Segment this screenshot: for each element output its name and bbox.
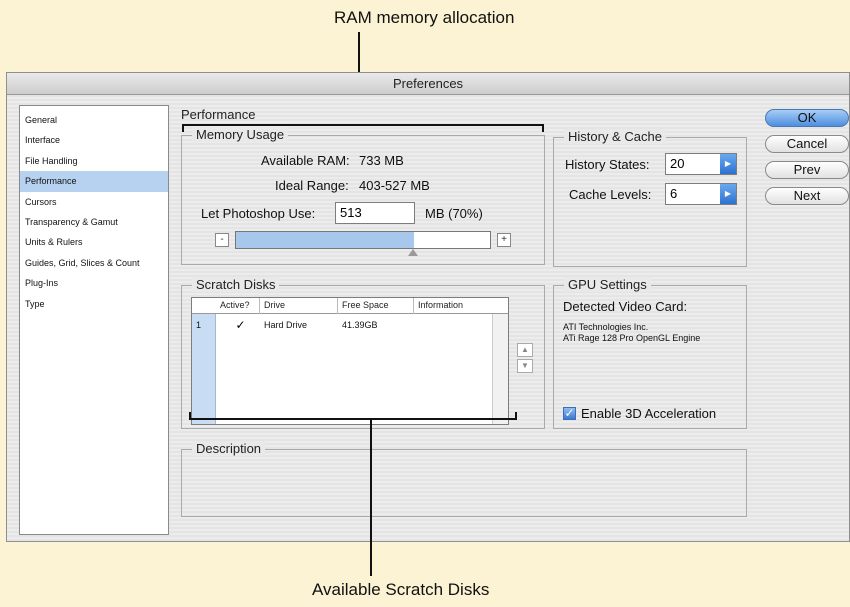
ideal-range-value: 403-527 MB xyxy=(359,178,430,193)
sidebar-item-performance[interactable]: Performance xyxy=(20,171,168,192)
description-group: Description xyxy=(181,441,747,517)
enable-3d-checkbox[interactable]: ✓ xyxy=(563,407,576,420)
column-header-free-space[interactable]: Free Space xyxy=(338,298,414,314)
cancel-button[interactable]: Cancel xyxy=(765,135,849,153)
window-title: Preferences xyxy=(7,73,849,95)
sidebar-item-interface[interactable]: Interface xyxy=(20,130,168,150)
sidebar-item-type[interactable]: Type xyxy=(20,294,168,314)
next-button[interactable]: Next xyxy=(765,187,849,205)
available-ram-value: 733 MB xyxy=(359,153,404,168)
preferences-sidebar: General Interface File Handling Performa… xyxy=(19,105,169,535)
scratch-disks-table: Active? Drive Free Space Information 1 ✓… xyxy=(191,297,509,425)
detected-video-card-label: Detected Video Card: xyxy=(563,299,688,314)
enable-3d-label: Enable 3D Acceleration xyxy=(581,406,717,421)
callout-leader-bottom xyxy=(370,420,372,576)
table-scrollbar[interactable] xyxy=(492,314,508,424)
move-down-arrow-icon[interactable]: ▼ xyxy=(517,359,533,373)
history-cache-title: History & Cache xyxy=(564,129,666,144)
sidebar-item-plug-ins[interactable]: Plug-Ins xyxy=(20,273,168,293)
sidebar-item-cursors[interactable]: Cursors xyxy=(20,192,168,212)
history-states-arrow-icon[interactable]: ▶ xyxy=(720,154,736,174)
preferences-window: Preferences General Interface File Handl… xyxy=(6,72,850,542)
available-ram-label: Available RAM: xyxy=(261,153,350,168)
sidebar-item-guides-grid[interactable]: Guides, Grid, Slices & Count xyxy=(20,253,168,273)
memory-increase-button[interactable]: + xyxy=(497,233,511,247)
ideal-range-label: Ideal Range: xyxy=(275,178,349,193)
column-header-information[interactable]: Information xyxy=(414,298,510,314)
drive-free-space: 41.39GB xyxy=(342,320,378,330)
callout-scratch-disks: Available Scratch Disks xyxy=(312,580,490,599)
cache-levels-combo[interactable]: 6 ▶ xyxy=(665,183,737,205)
cache-levels-arrow-icon[interactable]: ▶ xyxy=(720,184,736,204)
cache-levels-label: Cache Levels: xyxy=(569,187,652,202)
sidebar-item-file-handling[interactable]: File Handling xyxy=(20,151,168,171)
section-title: Performance xyxy=(181,107,256,122)
sidebar-item-general[interactable]: General xyxy=(20,110,168,130)
description-title: Description xyxy=(192,441,266,456)
sidebar-item-units-rulers[interactable]: Units & Rulers xyxy=(20,232,168,252)
scratch-bracket xyxy=(189,412,517,420)
history-states-value: 20 xyxy=(670,156,685,171)
drive-active-checkbox[interactable]: ✓ xyxy=(234,319,247,333)
memory-bracket xyxy=(182,124,544,132)
sidebar-item-transparency-gamut[interactable]: Transparency & Gamut xyxy=(20,212,168,232)
table-header: Active? Drive Free Space Information xyxy=(192,298,508,314)
photoshop-use-input[interactable]: 513 xyxy=(335,202,415,224)
move-up-arrow-icon[interactable]: ▲ xyxy=(517,343,533,357)
column-header-drive[interactable]: Drive xyxy=(260,298,338,314)
prev-button[interactable]: Prev xyxy=(765,161,849,179)
ok-button[interactable]: OK xyxy=(765,109,849,127)
memory-decrease-button[interactable]: - xyxy=(215,233,229,247)
memory-slider[interactable] xyxy=(235,231,491,249)
memory-slider-thumb[interactable] xyxy=(407,249,418,256)
callout-ram-allocation: RAM memory allocation xyxy=(334,8,515,27)
cache-levels-value: 6 xyxy=(670,186,678,201)
video-card-vendor: ATI Technologies Inc. xyxy=(563,322,649,332)
drive-name: Hard Drive xyxy=(264,320,308,330)
photoshop-use-unit: MB (70%) xyxy=(425,206,483,221)
video-card-model: ATi Rage 128 Pro OpenGL Engine xyxy=(563,333,701,343)
scratch-disks-title: Scratch Disks xyxy=(192,277,280,292)
history-states-label: History States: xyxy=(565,157,650,172)
memory-slider-fill xyxy=(236,232,414,248)
column-header-active[interactable]: Active? xyxy=(216,298,260,314)
photoshop-use-label: Let Photoshop Use: xyxy=(201,206,316,221)
gpu-settings-title: GPU Settings xyxy=(564,277,651,292)
history-states-combo[interactable]: 20 ▶ xyxy=(665,153,737,175)
row-number: 1 xyxy=(196,320,202,330)
